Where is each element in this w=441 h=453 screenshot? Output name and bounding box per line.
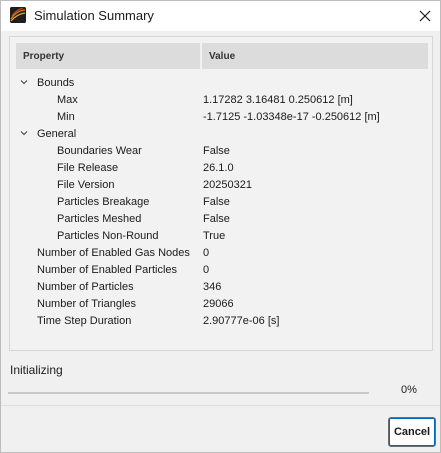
property-row[interactable]: Time Step Duration 2.90777e-06 [s]	[10, 312, 430, 329]
property-name: Boundaries Wear	[57, 144, 142, 157]
title-bar: Simulation Summary	[1, 1, 440, 31]
grid-header: Property Value	[16, 43, 428, 69]
property-value: 26.1.0	[203, 161, 234, 174]
window-title: Simulation Summary	[34, 8, 154, 23]
property-name: Number of Enabled Particles	[37, 263, 178, 276]
property-value: 0	[203, 263, 210, 276]
property-row[interactable]: Number of Particles 346	[10, 278, 430, 295]
property-value: 20250321	[203, 178, 252, 191]
close-icon	[419, 10, 431, 22]
property-value: False	[203, 195, 230, 208]
group-label: General	[37, 127, 77, 140]
column-header-property[interactable]: Property	[16, 43, 200, 69]
footer-divider	[1, 405, 440, 406]
property-row[interactable]: File Release 26.1.0	[10, 159, 430, 176]
close-button[interactable]	[410, 1, 440, 31]
property-name: Number of Enabled Gas Nodes	[37, 246, 190, 259]
progress-percent: 0%	[401, 384, 417, 396]
status-text: Initializing	[10, 363, 63, 377]
property-name: Particles Non-Round	[57, 229, 159, 242]
property-row[interactable]: Particles Non-Round True	[10, 227, 430, 244]
property-row[interactable]: Number of Enabled Gas Nodes 0	[10, 244, 430, 261]
progress-bar	[8, 392, 369, 394]
property-value: 2.90777e-06 [s]	[203, 314, 280, 327]
property-value: True	[203, 229, 226, 242]
property-row[interactable]: Particles Meshed False	[10, 210, 430, 227]
property-row[interactable]: Min -1.7125 -1.03348e-17 -0.250612 [m]	[10, 108, 430, 125]
property-name: Max	[57, 93, 78, 106]
group-row-general[interactable]: General	[10, 125, 430, 142]
chevron-down-icon[interactable]	[19, 77, 29, 87]
app-logo-icon	[10, 7, 26, 23]
chevron-down-icon[interactable]	[19, 128, 29, 138]
properties-panel: Property Value Bounds Max 1.17282 3.1648…	[9, 36, 433, 351]
simulation-summary-dialog: Simulation Summary Property Value Bounds…	[0, 0, 441, 453]
property-value: 0	[203, 246, 210, 259]
column-header-value[interactable]: Value	[202, 43, 428, 69]
property-name: Number of Triangles	[37, 297, 137, 310]
group-row-bounds[interactable]: Bounds	[10, 74, 430, 91]
property-name: File Version	[57, 178, 115, 191]
property-value: 1.17282 3.16481 0.250612 [m]	[203, 93, 353, 106]
group-label: Bounds	[37, 76, 75, 89]
property-name: Min	[57, 110, 75, 123]
property-value: 346	[203, 280, 222, 293]
property-name: Particles Breakage	[57, 195, 150, 208]
property-row[interactable]: Particles Breakage False	[10, 193, 430, 210]
property-row[interactable]: Number of Enabled Particles 0	[10, 261, 430, 278]
property-row[interactable]: Max 1.17282 3.16481 0.250612 [m]	[10, 91, 430, 108]
property-value: -1.7125 -1.03348e-17 -0.250612 [m]	[203, 110, 380, 123]
property-name: Time Step Duration	[37, 314, 132, 327]
property-value: False	[203, 212, 230, 225]
property-value: False	[203, 144, 230, 157]
property-value: 29066	[203, 297, 234, 310]
property-row[interactable]: Number of Triangles 29066	[10, 295, 430, 312]
property-name: Number of Particles	[37, 280, 134, 293]
property-row[interactable]: Boundaries Wear False	[10, 142, 430, 159]
property-row[interactable]: File Version 20250321	[10, 176, 430, 193]
property-name: File Release	[57, 161, 119, 174]
cancel-button[interactable]: Cancel	[388, 417, 436, 447]
property-name: Particles Meshed	[57, 212, 142, 225]
